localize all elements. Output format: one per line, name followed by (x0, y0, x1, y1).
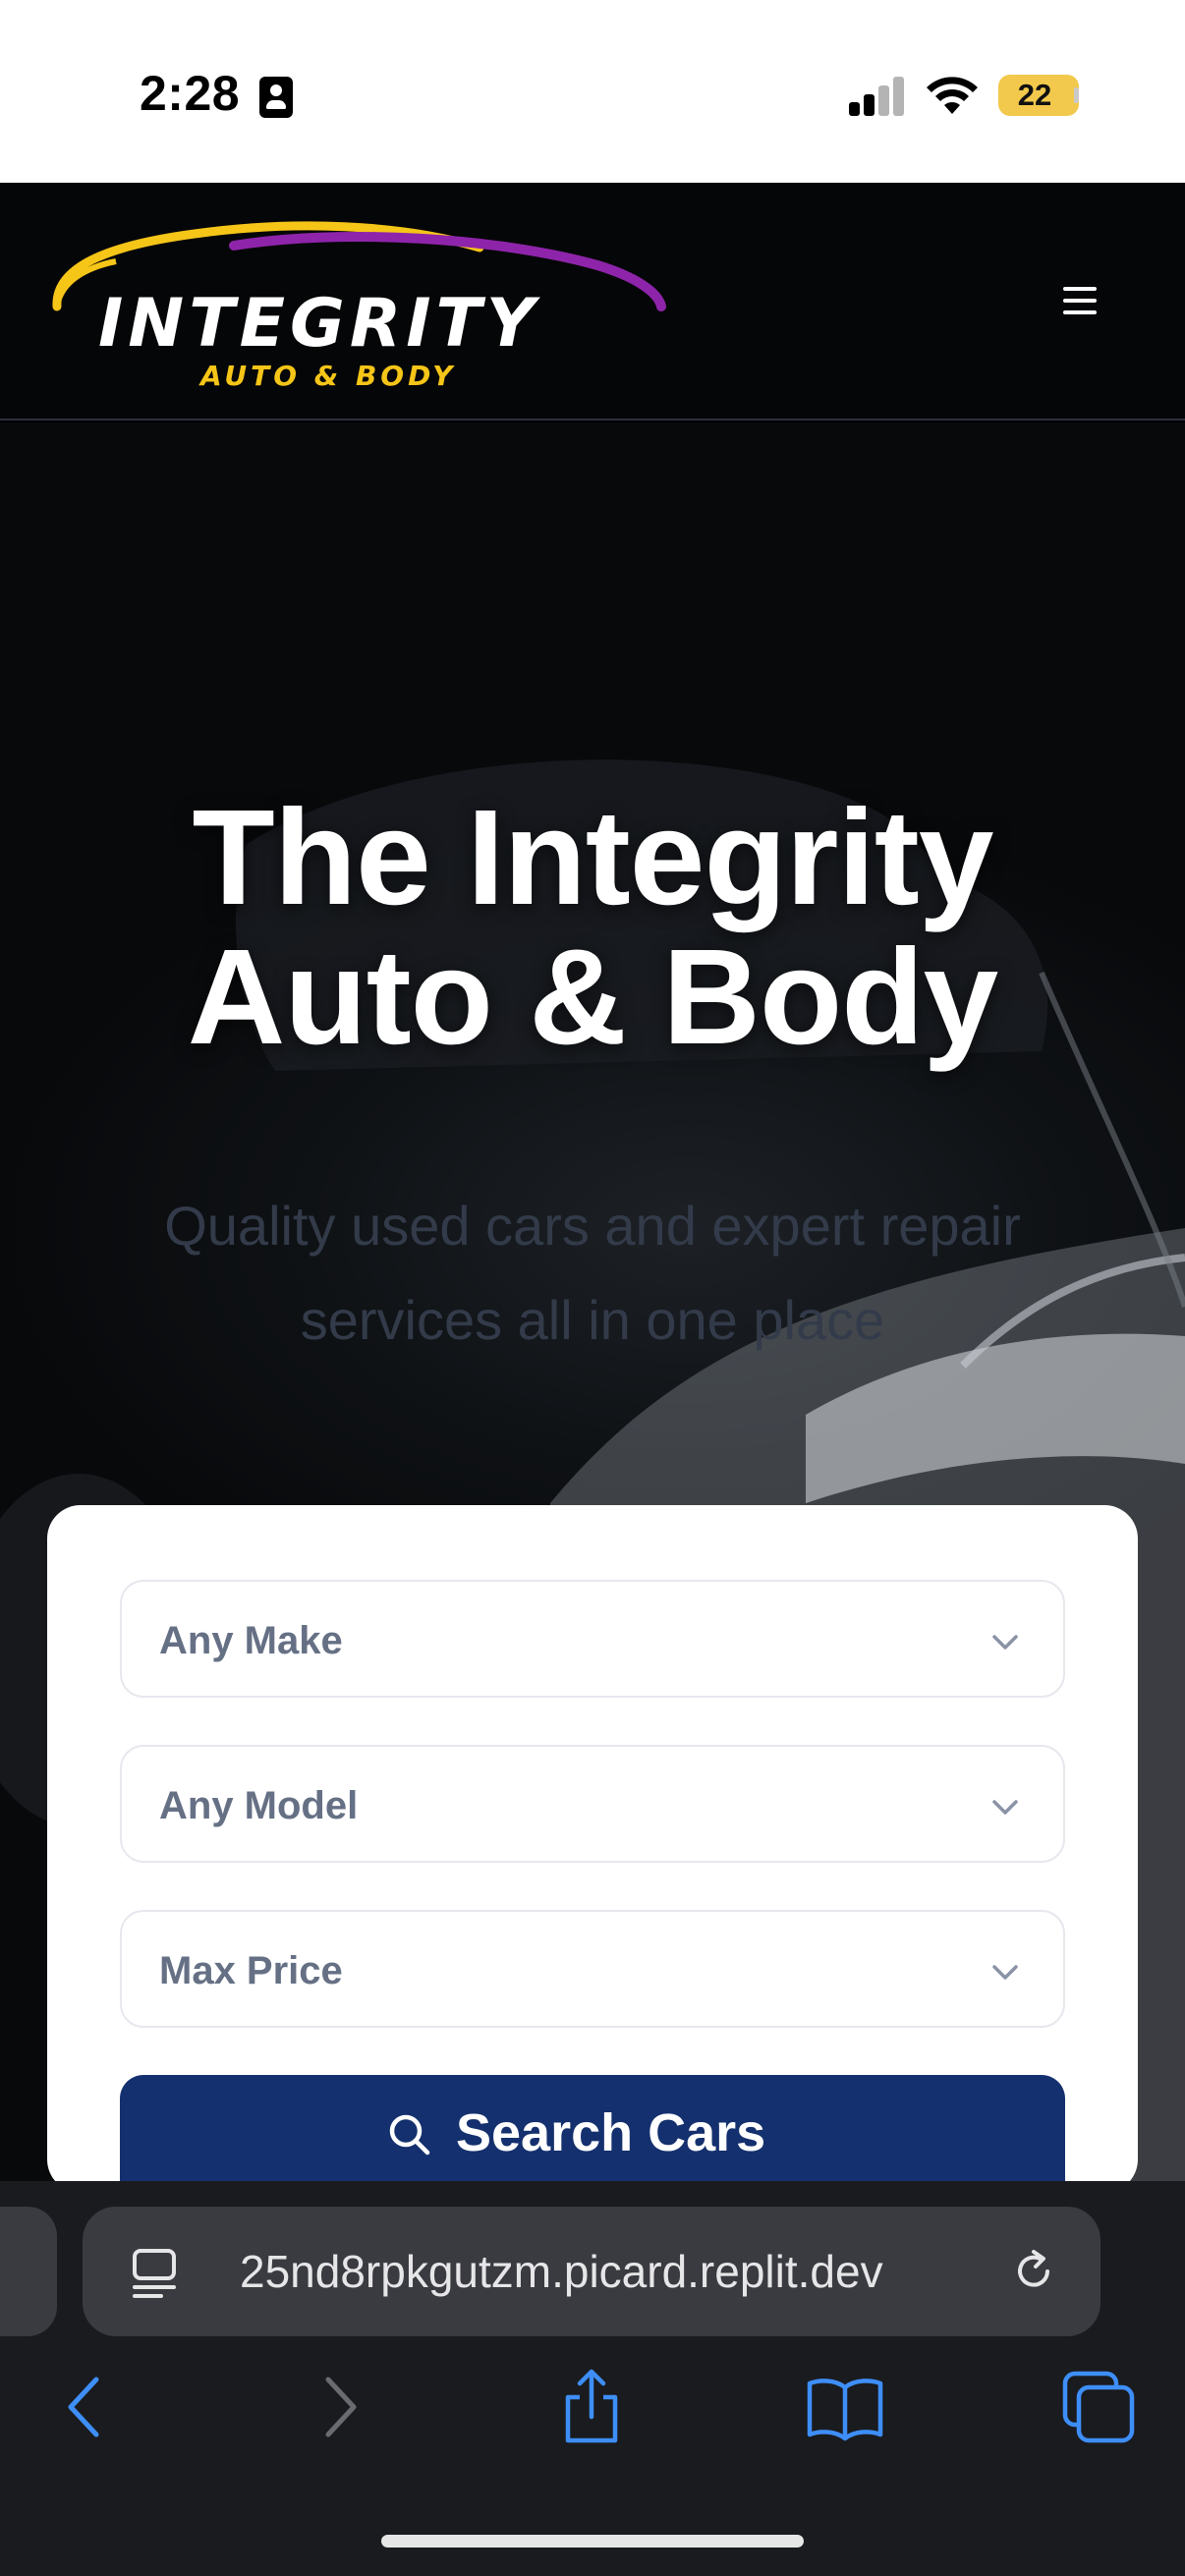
wifi-icon (927, 77, 978, 114)
max-price-select[interactable]: Max Price (120, 1910, 1065, 2028)
battery-level: 22 (1017, 78, 1052, 112)
logo-tagline: AUTO & BODY (200, 360, 457, 392)
home-indicator (381, 2535, 804, 2548)
chevron-down-icon (992, 1635, 1018, 1650)
chevron-down-icon (992, 1800, 1018, 1815)
id-card-icon (259, 77, 293, 118)
status-time: 2:28 (140, 66, 241, 121)
hero-subtitle: Quality used cars and expert repair serv… (164, 1195, 1021, 1351)
status-bar: 2:28 22 (0, 0, 1185, 183)
model-select[interactable]: Any Model (120, 1745, 1065, 1863)
hero-title: The Integrity Auto & Body (0, 788, 1185, 1067)
share-icon[interactable] (552, 2368, 631, 2446)
search-cars-button[interactable]: Search Cars (120, 2075, 1065, 2193)
logo-wordmark: INTEGRITY (98, 285, 540, 363)
address-bar[interactable]: 25nd8rpkgutzm.picard.replit.dev (83, 2207, 1100, 2336)
brand-logo[interactable]: INTEGRITY AUTO & BODY (47, 208, 666, 395)
tabs-icon[interactable] (1059, 2368, 1138, 2446)
hero-title-line-2: Auto & Body (187, 922, 999, 1073)
cellular-signal-icon (849, 77, 906, 116)
chevron-down-icon (992, 1965, 1018, 1980)
reload-icon[interactable] (1010, 2248, 1057, 2295)
make-select-value: Any Make (159, 1619, 343, 1662)
previous-tab-preview[interactable] (0, 2207, 57, 2336)
site-header: INTEGRITY AUTO & BODY (0, 183, 1185, 420)
car-search-card: Any Make Any Model Max Price Search Cars (47, 1505, 1138, 2193)
hamburger-menu-icon[interactable] (1055, 281, 1104, 320)
max-price-select-value: Max Price (159, 1949, 343, 1992)
search-icon (389, 2114, 430, 2156)
battery-icon: 22 (998, 75, 1079, 116)
forward-icon[interactable] (301, 2368, 379, 2446)
search-cars-button-label: Search Cars (456, 2103, 766, 2162)
model-select-value: Any Model (159, 1784, 359, 1827)
make-select[interactable]: Any Make (120, 1580, 1065, 1698)
reader-icon[interactable] (132, 2248, 177, 2299)
battery-cap (1074, 87, 1079, 103)
url-text: 25nd8rpkgutzm.picard.replit.dev (240, 2246, 883, 2297)
back-icon[interactable] (45, 2368, 124, 2446)
hero-title-line-1: The Integrity (192, 782, 993, 933)
bookmarks-icon[interactable] (806, 2368, 884, 2446)
